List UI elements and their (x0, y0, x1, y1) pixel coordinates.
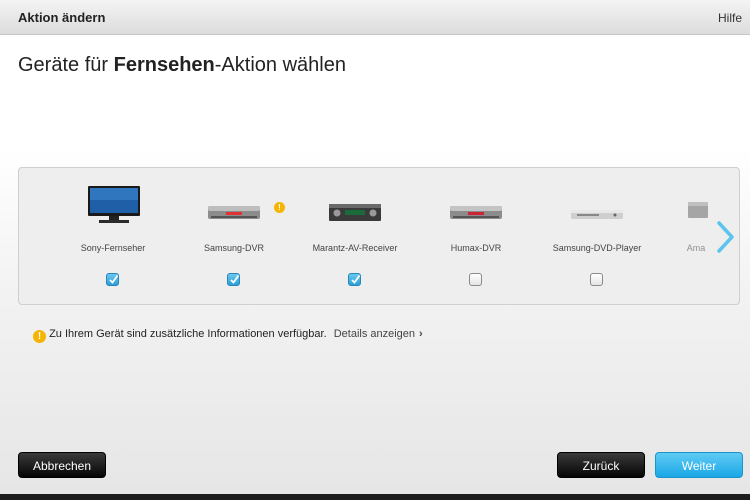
device-checkbox[interactable] (590, 273, 603, 286)
heading-suffix: -Aktion wählen (214, 54, 346, 76)
device-item-samsung-dvr[interactable]: ! Samsung-DVR (174, 168, 294, 304)
dialog-title: Aktion ändern (18, 10, 106, 25)
av-receiver-icon (295, 180, 415, 230)
device-checkbox[interactable] (348, 273, 361, 286)
next-button[interactable]: Weiter (655, 452, 743, 478)
device-item-samsung-dvd[interactable]: Samsung-DVD-Player (537, 168, 657, 304)
dialog-titlebar: Aktion ändern Hilfe (0, 0, 750, 35)
change-action-dialog: Aktion ändern Hilfe Geräte für Fernsehen… (0, 0, 750, 494)
info-notice: ! Zu Ihrem Gerät sind zusätzliche Inform… (33, 328, 423, 343)
device-label: Sony-Fernseher (80, 243, 146, 253)
info-warning-icon: ! (33, 330, 46, 343)
heading-prefix: Geräte für (18, 54, 114, 76)
back-button[interactable]: Zurück (557, 452, 645, 478)
heading-activity-name: Fernsehen (113, 54, 215, 76)
device-label: Samsung-DVR (203, 243, 265, 253)
device-item-marantz-receiver[interactable]: Marantz-AV-Receiver (295, 168, 415, 304)
device-label: Humax-DVR (450, 243, 502, 253)
page-title: Geräte für Fernsehen-Aktion wählen (18, 54, 346, 77)
device-checkbox[interactable] (106, 273, 119, 286)
chevron-right-icon: › (419, 328, 423, 340)
warning-icon: ! (274, 202, 285, 213)
device-checkbox[interactable] (227, 273, 240, 286)
dvr-icon (416, 180, 536, 230)
device-checkbox[interactable] (469, 273, 482, 286)
device-label: Marantz-AV-Receiver (312, 243, 398, 253)
info-text: Zu Ihrem Gerät sind zusätzliche Informat… (49, 328, 327, 340)
carousel-next-arrow-icon[interactable] (714, 220, 738, 254)
details-link-label[interactable]: Details anzeigen (334, 328, 415, 340)
dvd-player-icon (537, 180, 657, 230)
tv-icon (53, 180, 173, 230)
help-link[interactable]: Hilfe (718, 11, 742, 25)
device-item-sony-tv[interactable]: Sony-Fernseher (53, 168, 173, 304)
device-carousel: Sony-Fernseher ! Samsung-DVR Marantz-AV-… (18, 167, 740, 305)
device-item-humax-dvr[interactable]: Humax-DVR (416, 168, 536, 304)
cancel-button[interactable]: Abbrechen (18, 452, 106, 478)
background-strip (0, 494, 750, 500)
details-link[interactable]: Details anzeigen › (334, 328, 423, 340)
